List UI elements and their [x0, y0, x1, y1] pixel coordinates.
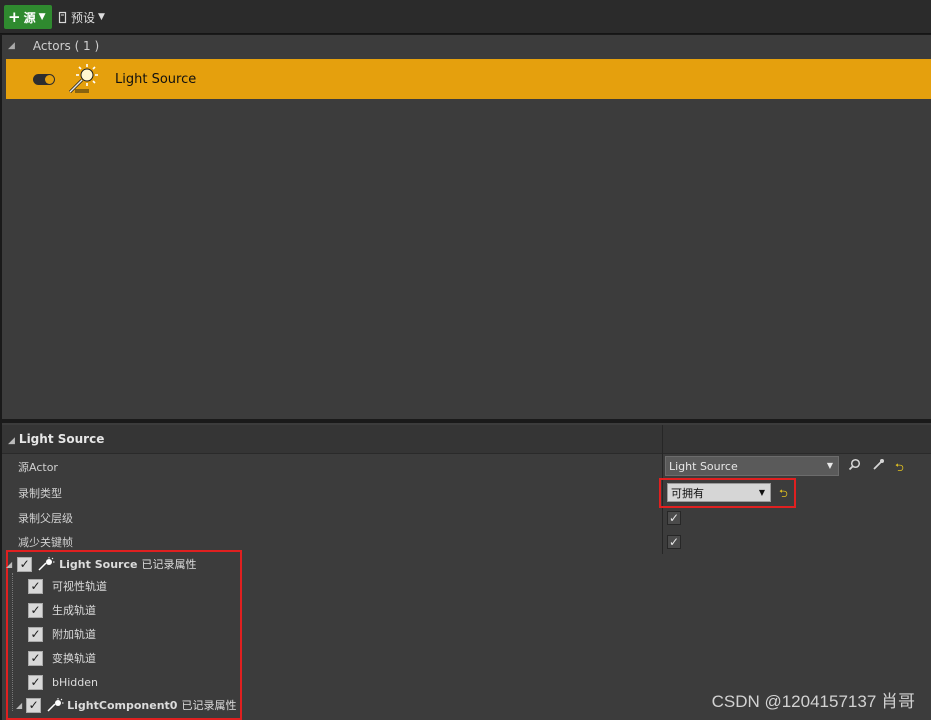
- record-parent-label: 录制父层级: [18, 512, 73, 525]
- collapse-arrow-icon[interactable]: ◢: [8, 436, 15, 446]
- visibility-toggle-icon[interactable]: [33, 73, 55, 85]
- tree-child-row[interactable]: ✓ 附加轨道: [28, 623, 96, 645]
- search-icon[interactable]: [848, 458, 861, 474]
- preset-button[interactable]: 预设 ▼: [58, 5, 105, 29]
- reset-icon[interactable]: ⮌: [895, 459, 904, 478]
- details-header[interactable]: ◢ Light Source: [2, 425, 931, 454]
- eyedropper-icon[interactable]: [872, 458, 885, 474]
- tree-child-row[interactable]: ✓ 生成轨道: [28, 599, 96, 621]
- actors-header-label: Actors ( 1 ): [32, 39, 100, 53]
- light-source-icon: [68, 64, 98, 94]
- tree-child-row[interactable]: ✓ 变换轨道: [28, 647, 96, 669]
- tree-component-name: LightComponent0: [67, 698, 178, 712]
- reduce-keys-label: 减少关键帧: [18, 536, 73, 549]
- add-source-label: 源: [23, 10, 36, 25]
- checkbox-icon[interactable]: ✓: [26, 697, 42, 713]
- actors-section-header[interactable]: ◢ Actors ( 1 ): [2, 35, 931, 57]
- caret-down-icon: ▼: [38, 12, 46, 22]
- details-panel: ◢ Light Source 源Actor Light Source ▼ ⮌ 录制…: [2, 423, 931, 720]
- actor-label: Light Source: [115, 71, 197, 87]
- reset-icon[interactable]: ⮌: [779, 485, 788, 504]
- tree-child-row[interactable]: ✓ bHidden: [28, 671, 98, 693]
- tree-child-label: 变换轨道: [52, 652, 96, 665]
- source-actor-dropdown[interactable]: Light Source ▼: [665, 456, 839, 476]
- tree-component-suffix: 已记录属性: [181, 699, 237, 712]
- preset-label: 预设: [71, 10, 96, 25]
- source-actor-value: Light Source: [669, 459, 738, 473]
- tree-child-label: 生成轨道: [52, 604, 96, 617]
- checkbox-icon[interactable]: ✓: [28, 602, 43, 618]
- actor-row[interactable]: Light Source: [6, 59, 931, 99]
- tree-child-row[interactable]: ✓ 可视性轨道: [28, 575, 107, 597]
- tree-child-label: 附加轨道: [52, 628, 96, 641]
- light-source-icon: [38, 557, 55, 571]
- light-source-icon: [47, 698, 64, 712]
- checkbox-icon[interactable]: ✓: [28, 626, 43, 642]
- preset-icon: [58, 11, 67, 23]
- plus-icon: +: [8, 8, 21, 26]
- record-type-value: 可拥有: [671, 486, 704, 500]
- tree-root-row[interactable]: ◢ ✓ Light Source 已记录属性: [6, 553, 196, 575]
- tree-component-row[interactable]: ◢ ✓ LightComponent0 已记录属性: [16, 694, 236, 716]
- caret-down-icon: ▼: [826, 461, 833, 470]
- checkbox-icon[interactable]: ✓: [17, 556, 33, 572]
- tree-child-label: bHidden: [52, 675, 99, 689]
- reduce-keys-checkbox[interactable]: ✓: [667, 535, 681, 549]
- tree-guide: [12, 573, 13, 711]
- record-type-dropdown[interactable]: 可拥有 ▼: [667, 483, 771, 502]
- record-type-label: 录制类型: [18, 487, 62, 500]
- checkbox-icon[interactable]: ✓: [28, 578, 43, 594]
- checkbox-icon[interactable]: ✓: [28, 650, 43, 666]
- watermark: CSDN @1204157137 肖哥: [711, 692, 915, 711]
- source-actor-label: 源Actor: [18, 461, 58, 474]
- add-source-button[interactable]: + 源 ▼: [4, 5, 52, 29]
- tree-root-suffix: 已记录属性: [141, 558, 197, 571]
- record-parent-checkbox[interactable]: ✓: [667, 511, 681, 525]
- caret-down-icon: ▼: [758, 488, 765, 497]
- details-title: Light Source: [18, 432, 105, 446]
- collapse-arrow-icon[interactable]: ◢: [16, 701, 22, 710]
- toolbar: + 源 ▼ 预设 ▼: [0, 0, 931, 34]
- tree-root-name: Light Source: [59, 557, 138, 571]
- collapse-arrow-icon[interactable]: ◢: [6, 560, 12, 569]
- checkbox-icon[interactable]: ✓: [28, 674, 43, 690]
- tree-child-label: 可视性轨道: [52, 580, 107, 593]
- collapse-arrow-icon[interactable]: ◢: [8, 41, 15, 51]
- actors-panel: ◢ Actors ( 1 ) Light Source: [2, 35, 931, 419]
- caret-down-icon: ▼: [98, 12, 105, 22]
